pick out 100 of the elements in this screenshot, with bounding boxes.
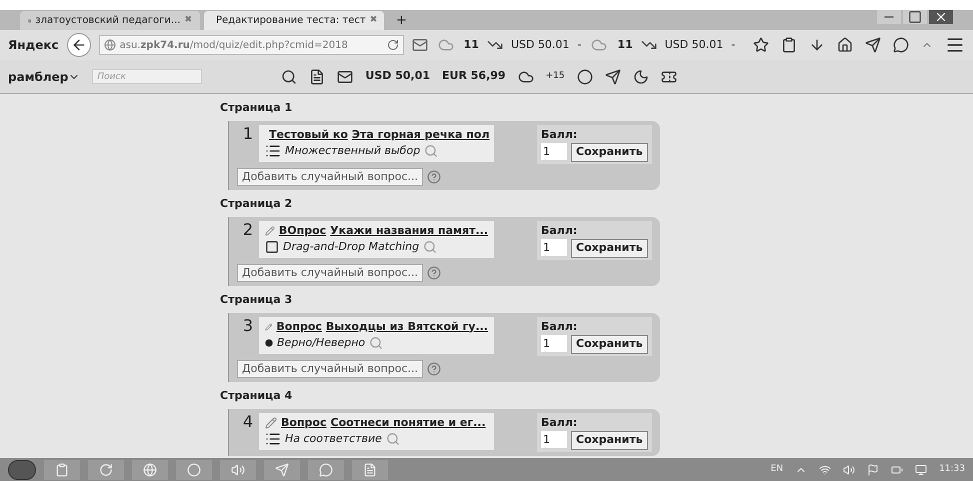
back-button[interactable]	[66, 33, 91, 57]
browser-logo: Яндекс	[8, 37, 59, 54]
question-link[interactable]: Соотнеси понятие и ег...	[330, 414, 486, 431]
preview-icon[interactable]	[423, 240, 438, 254]
help-icon[interactable]	[427, 362, 442, 376]
app-icon[interactable]	[55, 462, 69, 476]
app-icon[interactable]	[187, 462, 201, 476]
score-field[interactable]: 1	[541, 431, 567, 448]
currency-value: USD 50.01	[664, 36, 724, 53]
tab-title: Редактирование теста: тест	[216, 14, 366, 28]
question-type: Drag-and-Drop Matching	[283, 239, 420, 255]
new-tab-button[interactable]: +	[388, 11, 415, 30]
tab-title: златоустовский педагоги...	[35, 14, 180, 28]
pencil-icon[interactable]	[265, 416, 277, 429]
search-field[interactable]: Поиск	[92, 69, 202, 84]
browser-tab[interactable]: Редактирование теста: тест ✖	[204, 11, 384, 30]
help-icon[interactable]	[427, 266, 442, 280]
question-number: 4	[242, 412, 254, 430]
save-button[interactable]: Сохранить	[571, 335, 648, 354]
weather-icon	[436, 37, 456, 53]
save-button[interactable]: Сохранить	[571, 431, 648, 450]
question-link[interactable]: Выходцы из Вятской гу...	[326, 318, 488, 335]
score-field[interactable]: 1	[541, 335, 567, 352]
close-icon[interactable]	[929, 10, 953, 24]
weather-icon	[589, 37, 610, 53]
question-type: Верно/Неверно	[277, 335, 366, 351]
currency-value: USD 50.01	[510, 36, 570, 53]
page-heading: Страница 4	[220, 388, 294, 404]
question-number: 1	[242, 124, 254, 142]
ticket-icon[interactable]	[660, 68, 677, 84]
app-icon[interactable]	[143, 462, 157, 476]
volume-icon[interactable]	[843, 464, 856, 476]
app-icon[interactable]	[319, 462, 333, 476]
flag-icon[interactable]	[867, 464, 880, 476]
score-label: Балл:	[541, 318, 578, 334]
chat-icon[interactable]	[893, 37, 909, 53]
currency-value: USD 50,01	[365, 68, 430, 84]
app-icon[interactable]	[99, 462, 113, 476]
dropdown-toggle[interactable]: -	[577, 36, 582, 54]
app-icon[interactable]	[363, 462, 377, 476]
monitor-icon[interactable]	[915, 464, 928, 476]
question-number: 3	[242, 316, 254, 334]
search-icon[interactable]	[281, 68, 298, 84]
temperature-value: +15	[546, 70, 565, 83]
add-random-question-button[interactable]: Добавить случайный вопрос...	[237, 264, 424, 282]
toolbar-logo[interactable]: рамблер	[8, 68, 80, 86]
score-label: Балл:	[541, 222, 578, 238]
weather-value: 11	[617, 36, 633, 53]
question-number: 2	[242, 220, 254, 238]
question-link[interactable]: Эта горная речка пол	[352, 126, 490, 143]
app-icon[interactable]	[231, 462, 245, 476]
clipboard-icon[interactable]	[781, 37, 797, 53]
mail-icon[interactable]	[412, 37, 428, 53]
address-field[interactable]: asu.zpk74.ru/mod/quiz/edit.php?cmid=2018	[98, 35, 404, 55]
close-icon[interactable]: ✖	[370, 14, 378, 28]
preview-icon[interactable]	[386, 432, 400, 446]
back-icon	[70, 37, 87, 53]
page-heading: Страница 2	[220, 196, 294, 212]
minimize-icon[interactable]	[877, 10, 901, 24]
mail-icon[interactable]	[337, 68, 354, 84]
question-link[interactable]: Вопрос	[276, 318, 322, 335]
browser-tab[interactable]: златоустовский педагоги... ✖	[20, 11, 200, 30]
start-button[interactable]	[8, 460, 36, 480]
pencil-icon[interactable]	[265, 320, 272, 333]
question-link[interactable]: ВОпрос	[278, 222, 326, 239]
currency-value: EUR 56,99	[442, 68, 506, 84]
score-label: Балл:	[541, 126, 578, 142]
score-field[interactable]: 1	[541, 143, 567, 160]
question-type: На соответствие	[285, 431, 382, 447]
moon-icon[interactable]	[632, 68, 649, 84]
download-icon[interactable]	[809, 37, 825, 53]
page-heading: Страница 3	[220, 292, 294, 308]
network-icon[interactable]	[819, 464, 832, 476]
weather-icon	[518, 68, 534, 84]
add-random-question-button[interactable]: Добавить случайный вопрос...	[237, 168, 424, 186]
save-button[interactable]: Сохранить	[571, 143, 648, 162]
question-link[interactable]: Тестовый ко	[269, 126, 348, 143]
home-icon[interactable]	[837, 37, 853, 53]
question-link[interactable]: Укажи названия памят...	[330, 222, 488, 239]
score-field[interactable]: 1	[541, 239, 567, 256]
battery-icon[interactable]	[891, 464, 904, 476]
preview-icon[interactable]	[424, 144, 438, 158]
add-random-question-button[interactable]: Добавить случайный вопрос...	[237, 360, 424, 378]
maximize-icon[interactable]	[903, 10, 927, 24]
save-button[interactable]: Сохранить	[571, 239, 648, 258]
document-icon[interactable]	[309, 68, 326, 84]
help-icon[interactable]	[427, 170, 442, 184]
list-icon	[265, 143, 281, 160]
weather-value: 11	[464, 36, 479, 53]
question-link[interactable]: Вопрос	[281, 414, 326, 431]
send-icon[interactable]	[865, 37, 881, 53]
reload-icon[interactable]	[386, 39, 399, 51]
question-type: Множественный выбор	[285, 143, 420, 159]
send-icon[interactable]	[604, 68, 621, 84]
dropdown-toggle[interactable]: -	[731, 36, 736, 54]
globe-icon	[104, 39, 116, 51]
app-icon[interactable]	[275, 462, 289, 476]
pencil-icon[interactable]	[265, 224, 275, 237]
star-icon[interactable]	[753, 37, 769, 53]
preview-icon[interactable]	[369, 336, 384, 350]
